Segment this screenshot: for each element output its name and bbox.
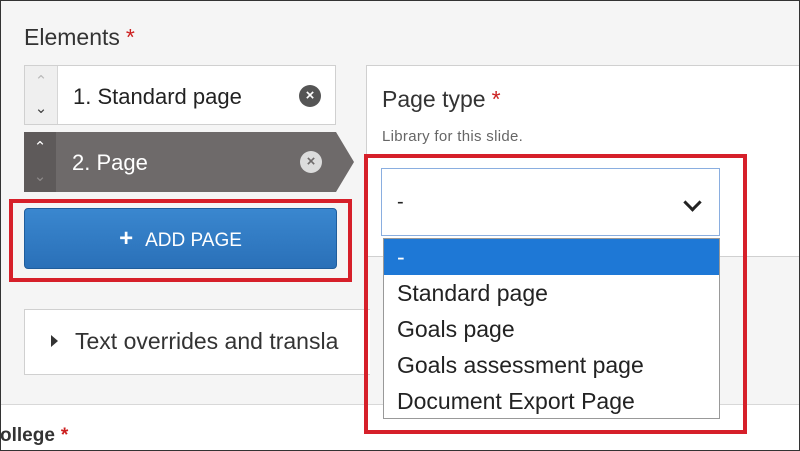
screenshot-border xyxy=(0,0,800,451)
